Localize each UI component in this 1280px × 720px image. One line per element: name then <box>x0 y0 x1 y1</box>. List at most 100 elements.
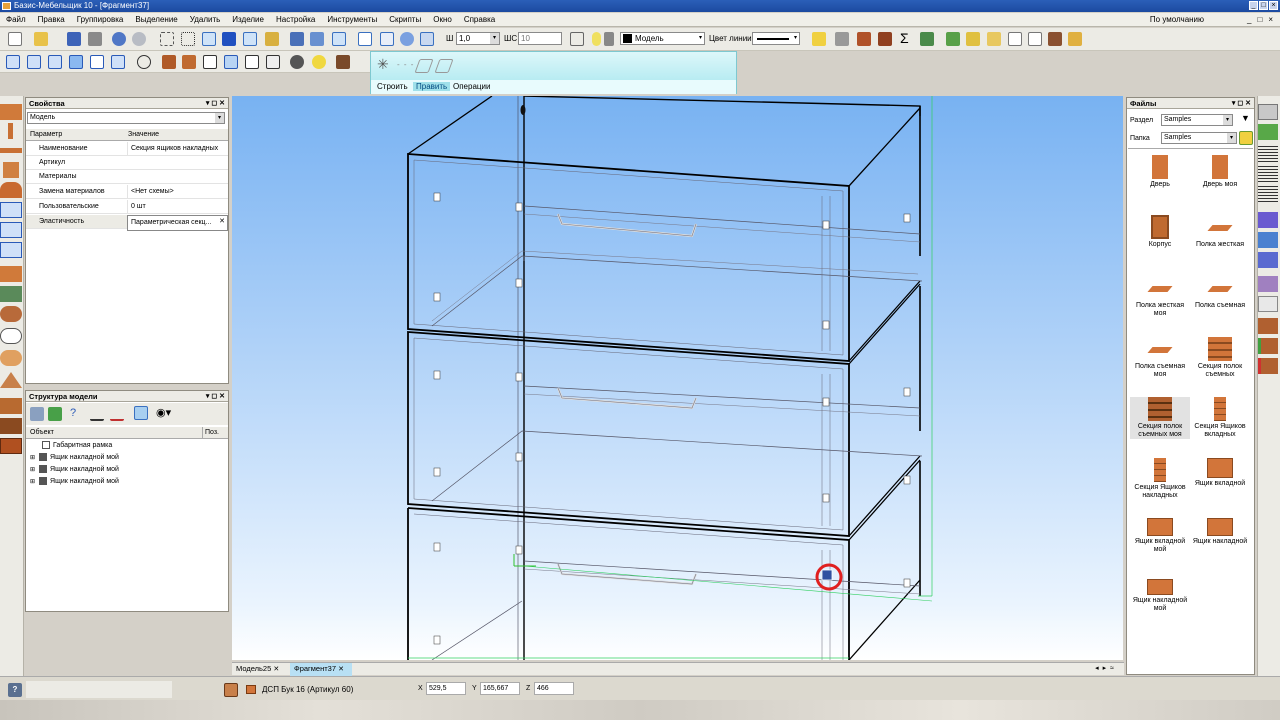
vertical-panel-icon[interactable] <box>0 123 22 139</box>
line-type-icon[interactable] <box>570 32 584 46</box>
menu-group[interactable]: Группировка <box>71 13 130 27</box>
tab-build[interactable]: Строить <box>377 82 408 91</box>
property-row-selected[interactable]: Эластичность Параметрическая секц... ✕ <box>26 215 228 231</box>
menu-tools[interactable]: Инструменты <box>321 13 383 27</box>
layout-preset[interactable]: По умолчанию _ □ × <box>1150 13 1276 27</box>
ruler-icon[interactable] <box>265 32 279 46</box>
align-icon[interactable] <box>0 222 22 238</box>
view-front-icon[interactable] <box>6 55 20 69</box>
furniture-icon[interactable] <box>0 398 22 414</box>
file-item[interactable]: Секция Ящиков накладных <box>1130 458 1190 500</box>
section-select[interactable]: Samples ▾ <box>1161 114 1233 126</box>
viewport-3d[interactable] <box>232 96 1123 660</box>
render-hidden-icon[interactable] <box>245 55 259 69</box>
material-status-icon[interactable] <box>224 683 238 697</box>
render-edges-icon[interactable] <box>266 55 280 69</box>
snap-line-icon[interactable] <box>202 32 216 46</box>
folder-up-icon[interactable] <box>1239 131 1253 145</box>
snap-points-icon[interactable] <box>160 32 174 46</box>
file-item[interactable]: Дверь <box>1130 155 1190 189</box>
panel-blue-icon[interactable] <box>1258 212 1278 228</box>
tab-scroll-arrows[interactable]: ◂▸≈ <box>1095 663 1118 675</box>
table-icon[interactable] <box>987 32 1001 46</box>
open-folder-icon[interactable] <box>34 32 48 46</box>
tab-edit[interactable]: Править <box>413 82 451 91</box>
folder-select[interactable]: Samples ▾ <box>1161 132 1237 144</box>
box-icon[interactable] <box>1048 32 1062 46</box>
lock-icon[interactable] <box>604 32 614 46</box>
file-item[interactable]: Ящик вкладной <box>1190 458 1250 488</box>
cut-icon[interactable] <box>835 32 849 46</box>
profile-icon[interactable] <box>0 286 22 302</box>
properties-selector[interactable]: Модель ▾ <box>27 112 225 124</box>
cone-icon[interactable] <box>0 372 22 388</box>
tree-item[interactable]: ⊞ Ящик накладной мой <box>30 464 119 476</box>
cabinet-icon[interactable] <box>0 438 22 454</box>
texture-tool-icon[interactable] <box>0 418 22 434</box>
hole-icon[interactable] <box>0 328 22 344</box>
preview-icon[interactable] <box>1028 32 1042 46</box>
people-icon[interactable] <box>920 32 934 46</box>
menu-window[interactable]: Окно <box>427 13 458 27</box>
menu-help[interactable]: Справка <box>458 13 501 27</box>
zoom-all-icon[interactable] <box>358 32 372 46</box>
panel-remove-icon[interactable] <box>1258 252 1278 268</box>
file-item[interactable]: Полка съемная <box>1190 276 1250 310</box>
part-add-icon[interactable] <box>1258 338 1278 354</box>
texture-icon[interactable] <box>336 55 350 69</box>
file-item[interactable]: Ящик накладной <box>1190 518 1250 546</box>
snap-tool-icon[interactable]: ✳ <box>377 56 389 73</box>
offset-icon[interactable] <box>0 242 22 258</box>
render-transparent-icon[interactable] <box>224 55 238 69</box>
pan-icon[interactable] <box>420 32 434 46</box>
snap-edge-icon[interactable] <box>243 32 257 46</box>
menu-scripts[interactable]: Скрипты <box>383 13 427 27</box>
file-item[interactable]: Секция полок съемных <box>1190 337 1250 379</box>
clear-icon[interactable]: ✕ <box>219 215 225 229</box>
part-remove-icon[interactable] <box>1258 358 1278 374</box>
filter-down-icon[interactable]: ▼ <box>1241 113 1250 123</box>
front-panel-icon[interactable] <box>3 162 19 178</box>
curved-panel-icon[interactable] <box>0 182 22 198</box>
menu-file[interactable]: Файл <box>0 13 32 27</box>
line-style-select[interactable]: ▾ <box>752 32 800 45</box>
drill-icon[interactable] <box>878 32 892 46</box>
z-coord-field[interactable]: 466 <box>534 682 574 695</box>
layers-icon[interactable] <box>1258 104 1278 120</box>
help-icon[interactable]: ? <box>70 407 76 419</box>
zoom-window-icon[interactable] <box>380 32 394 46</box>
file-item[interactable]: Ящик вкладной мой <box>1130 518 1190 554</box>
close-button[interactable]: × <box>1269 1 1278 10</box>
property-row[interactable]: Материалы <box>26 170 228 184</box>
tab-model25[interactable]: Модель25 ✕ <box>236 663 279 676</box>
box-tool-icon[interactable] <box>0 104 22 120</box>
remove-icon[interactable] <box>110 407 124 421</box>
file-item[interactable]: Секция Ящиков вкладных <box>1190 397 1250 439</box>
view-icon[interactable] <box>290 32 304 46</box>
group-icon[interactable] <box>1258 276 1278 292</box>
view-iso-icon[interactable] <box>111 55 125 69</box>
filter-icon[interactable] <box>134 406 148 420</box>
magnet-icon[interactable] <box>222 32 236 46</box>
line-icon[interactable] <box>90 407 104 421</box>
panel-controls[interactable]: ▾ ◻ ✕ <box>206 98 225 109</box>
step-input[interactable]: 10 <box>518 32 562 45</box>
render-solid-icon[interactable] <box>162 55 176 69</box>
light-icon[interactable] <box>312 55 326 69</box>
camera-icon[interactable] <box>290 55 304 69</box>
sphere-icon[interactable] <box>0 350 22 366</box>
layer-select[interactable]: Модель ▾ <box>620 32 705 45</box>
view-left-icon[interactable] <box>48 55 62 69</box>
page-icon[interactable] <box>1258 296 1278 312</box>
file-item[interactable]: Корпус <box>1130 215 1190 249</box>
file-item-selected[interactable]: Секция полок съемных моя <box>1130 397 1190 439</box>
render-wire-icon[interactable] <box>203 55 217 69</box>
zoom-in-icon[interactable] <box>400 32 414 46</box>
property-row[interactable]: Наименование Секция ящиков накладных <box>26 142 228 156</box>
file-item[interactable]: Полка жесткая <box>1190 215 1250 249</box>
menu-select[interactable]: Выделение <box>129 13 183 27</box>
file-item[interactable]: Дверь моя <box>1190 155 1250 189</box>
list-icon[interactable] <box>1258 146 1278 162</box>
panel-icon[interactable] <box>857 32 871 46</box>
help-status-icon[interactable]: ? <box>8 683 22 697</box>
